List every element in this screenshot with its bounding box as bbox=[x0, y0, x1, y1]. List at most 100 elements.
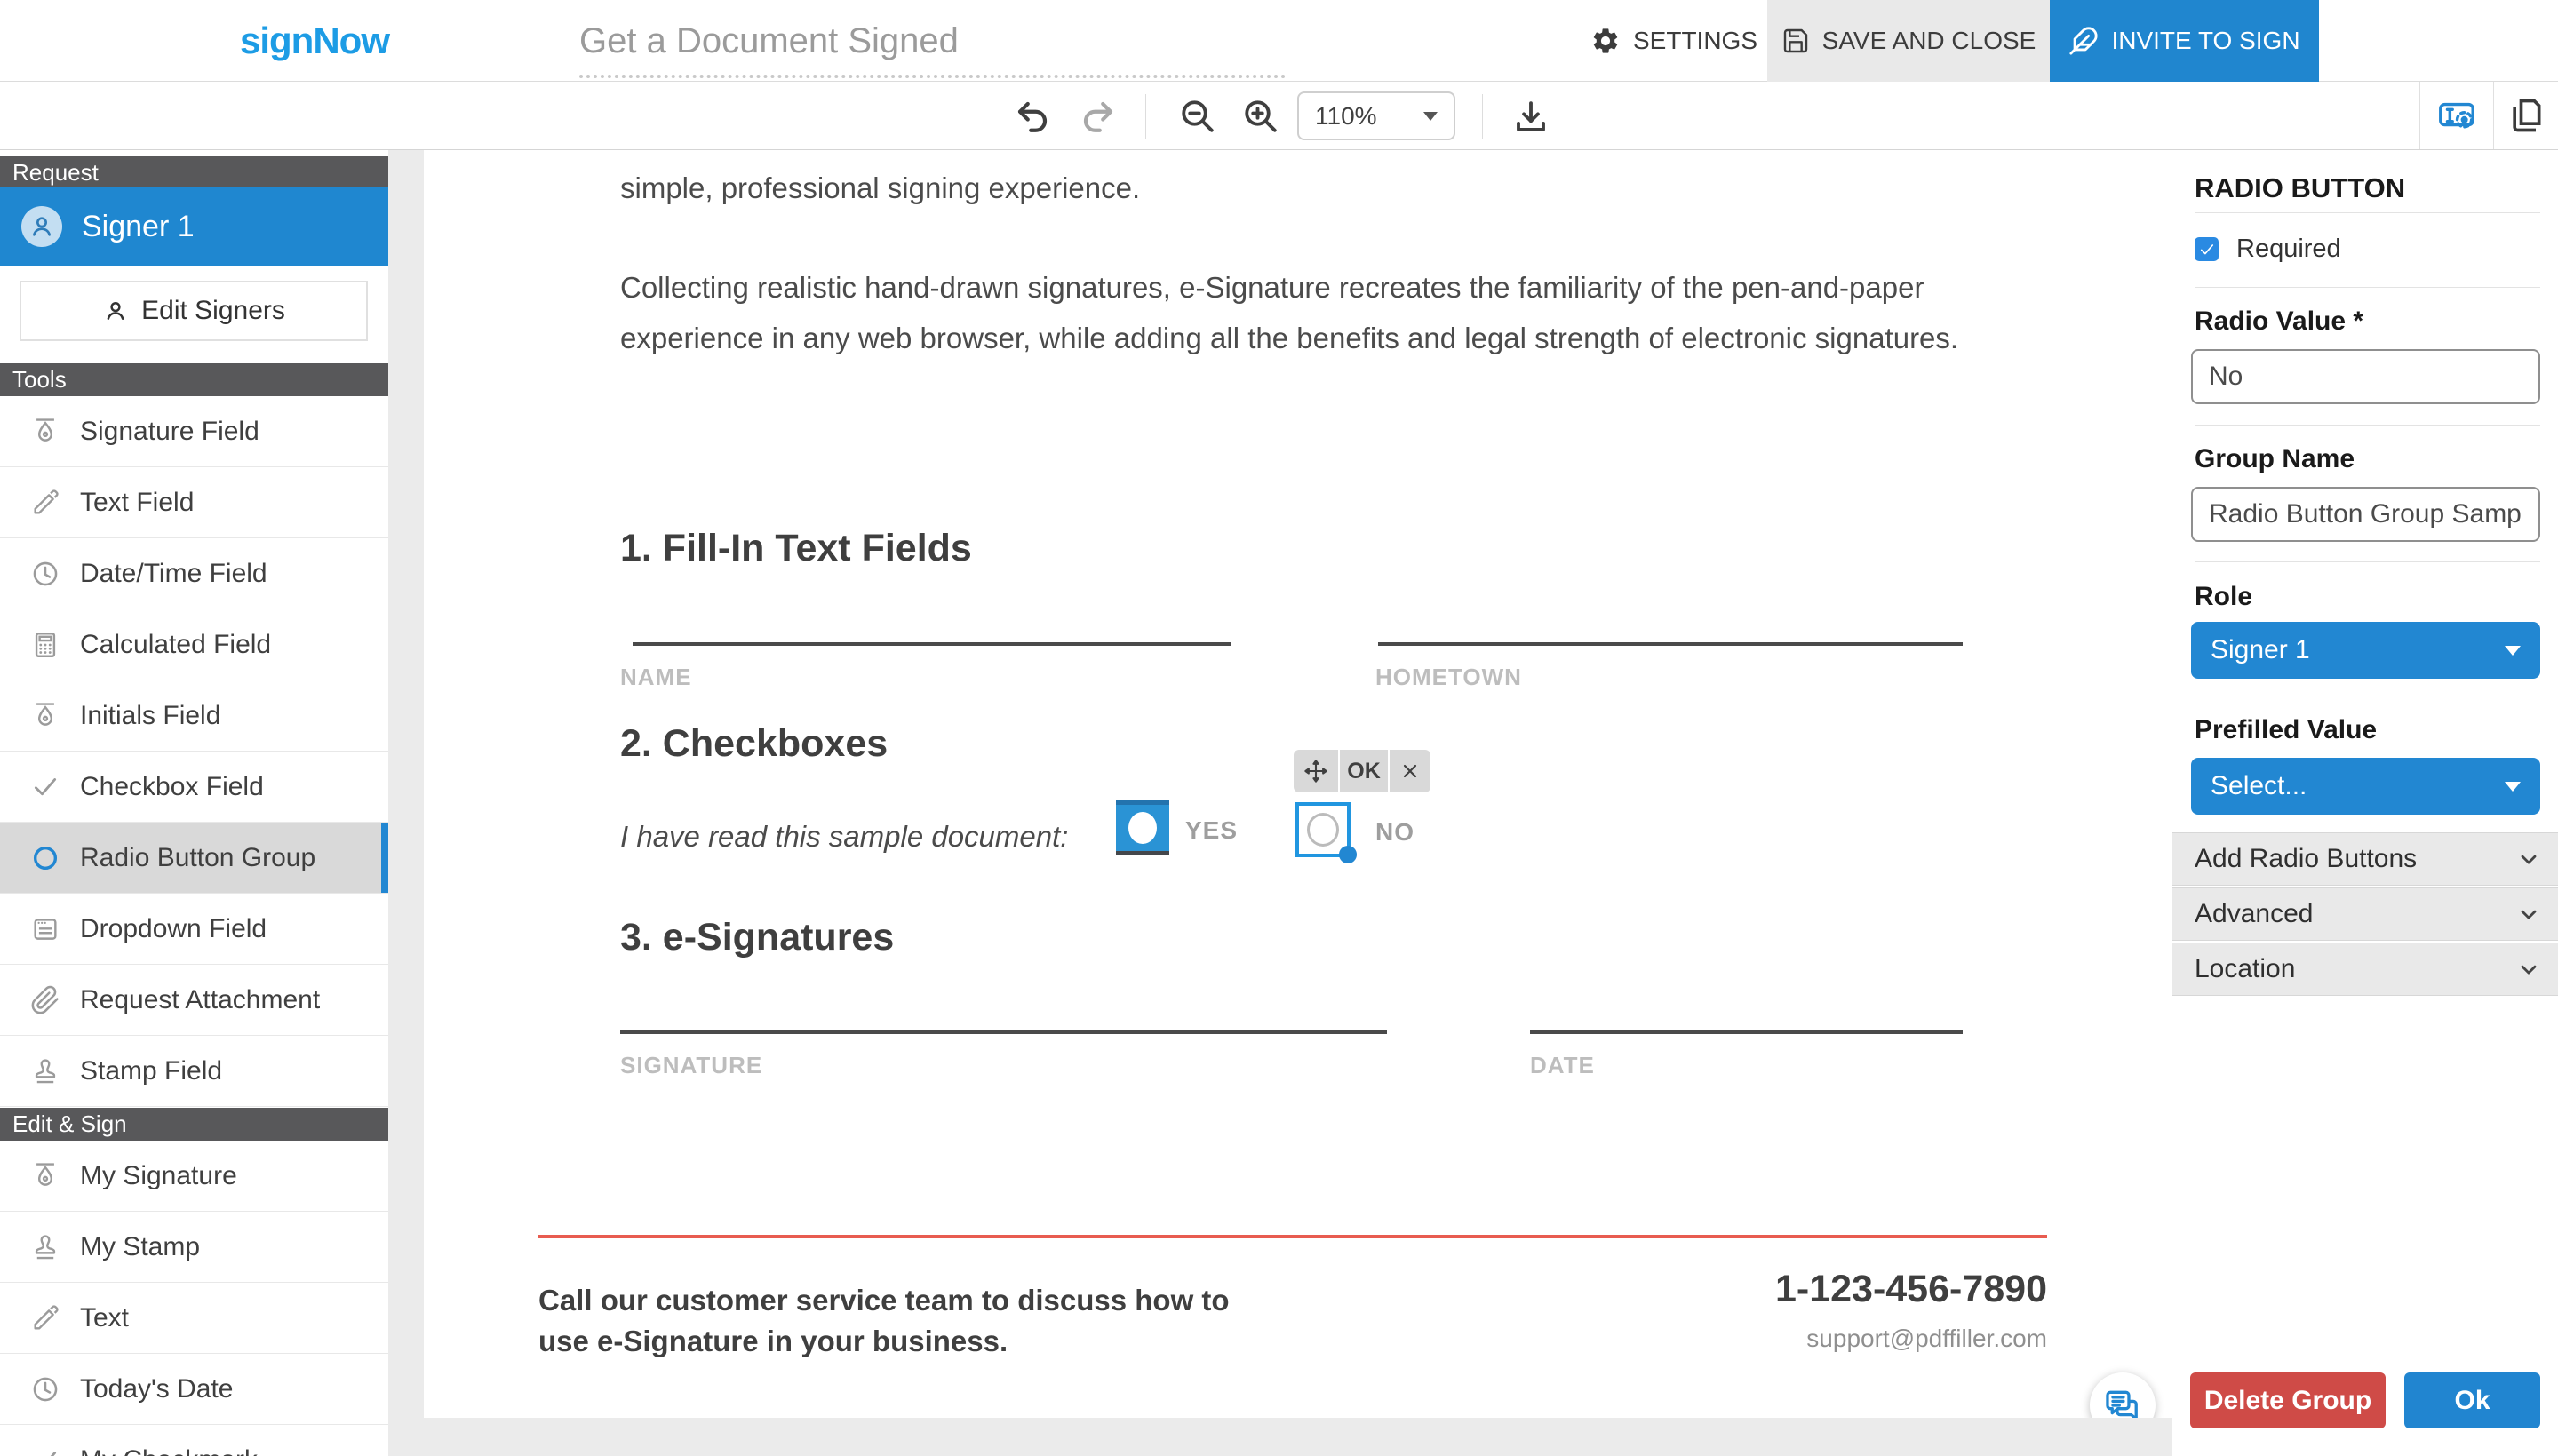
field-settings-icon bbox=[2436, 95, 2477, 136]
caret-down-icon bbox=[2505, 645, 2521, 656]
sidebar-item-request-attachment[interactable]: Request Attachment bbox=[0, 965, 388, 1036]
required-checkbox-row[interactable]: Required bbox=[2195, 235, 2341, 264]
tool-label: Radio Button Group bbox=[80, 842, 316, 872]
tool-label: My Checkmark bbox=[80, 1445, 258, 1456]
document-paragraph: Collecting realistic hand-drawn signatur… bbox=[620, 271, 1959, 354]
clock-icon bbox=[30, 559, 60, 589]
tools-sidebar: Request Signer 1 Edit Signers Tools Sign… bbox=[0, 150, 388, 1456]
sidebar-item-signer-1[interactable]: Signer 1 bbox=[0, 187, 388, 266]
signnow-logo: signNow bbox=[240, 20, 390, 61]
sidebar-item-text[interactable]: Text bbox=[0, 1283, 388, 1354]
edit-signers-button[interactable]: Edit Signers bbox=[20, 281, 368, 341]
date-field-label: DATE bbox=[1530, 1052, 1595, 1078]
tool-label: My Stamp bbox=[80, 1231, 201, 1261]
role-dropdown[interactable]: Signer 1 bbox=[2191, 622, 2540, 679]
sidebar-item-radio-button-group[interactable]: Radio Button Group bbox=[0, 823, 388, 894]
group-name-input[interactable] bbox=[2191, 487, 2540, 542]
download-icon[interactable] bbox=[1512, 98, 1550, 135]
radio-value-label: Radio Value * bbox=[2195, 306, 2364, 336]
prefilled-value-dropdown[interactable]: Select... bbox=[2191, 758, 2540, 815]
hometown-field-label: HOMETOWN bbox=[1375, 664, 1522, 690]
copy-pages-button[interactable] bbox=[2493, 82, 2558, 149]
feather-icon bbox=[2068, 26, 2099, 56]
field-settings-button[interactable] bbox=[2419, 82, 2493, 149]
accordion-add-radio-buttons[interactable]: Add Radio Buttons bbox=[2172, 832, 2558, 886]
name-field-label: NAME bbox=[620, 664, 692, 690]
close-icon bbox=[1399, 760, 1421, 782]
date-field-line[interactable] bbox=[1530, 1030, 1963, 1034]
sidebar-item-todays-date[interactable]: Today's Date bbox=[0, 1354, 388, 1425]
save-and-close-button[interactable]: SAVE AND CLOSE bbox=[1767, 0, 2050, 82]
sidebar-item-text-field[interactable]: Text Field bbox=[0, 467, 388, 538]
top-header: signNow Get a Document Signed SETTINGS S… bbox=[0, 0, 2558, 82]
radio-option-no-selected-field[interactable] bbox=[1295, 802, 1357, 863]
role-value: Signer 1 bbox=[2211, 635, 2310, 664]
sidebar-item-checkbox-field[interactable]: Checkbox Field bbox=[0, 752, 388, 823]
zoom-in-icon[interactable] bbox=[1242, 98, 1279, 135]
tool-label: Calculated Field bbox=[80, 629, 272, 659]
edit-sign-list: My Signature My Stamp Text Today's Date … bbox=[0, 1141, 388, 1456]
sidebar-item-stamp-field[interactable]: Stamp Field bbox=[0, 1036, 388, 1107]
accordion-label: Add Radio Buttons bbox=[2195, 844, 2418, 873]
tool-label: My Signature bbox=[80, 1160, 237, 1190]
zoom-out-icon[interactable] bbox=[1179, 98, 1216, 135]
sidebar-item-calculated-field[interactable]: Calculated Field bbox=[0, 609, 388, 680]
sidebar-item-dropdown-field[interactable]: Dropdown Field bbox=[0, 894, 388, 965]
panel-title: RADIO BUTTON bbox=[2195, 172, 2406, 203]
sidebar-item-my-checkmark[interactable]: My Checkmark bbox=[0, 1425, 388, 1456]
footer-text-line1: Call our customer service team to discus… bbox=[538, 1284, 1230, 1317]
sidebar-item-my-stamp[interactable]: My Stamp bbox=[0, 1212, 388, 1283]
pencil-icon bbox=[30, 488, 60, 518]
resize-handle[interactable] bbox=[1339, 846, 1357, 863]
zoom-level-select[interactable]: 110% bbox=[1297, 91, 1455, 140]
tool-label: Today's Date bbox=[80, 1373, 234, 1404]
document-title-input[interactable]: Get a Document Signed bbox=[579, 0, 959, 82]
footer-text-line2: use e-Signature in your business. bbox=[538, 1325, 1008, 1357]
radio-value-input[interactable] bbox=[2191, 349, 2540, 404]
edit-signers-label: Edit Signers bbox=[141, 296, 285, 325]
sidebar-item-date-time-field[interactable]: Date/Time Field bbox=[0, 538, 388, 609]
required-label: Required bbox=[2236, 235, 2341, 263]
accordion-location[interactable]: Location bbox=[2172, 943, 2558, 996]
sidebar-item-my-signature[interactable]: My Signature bbox=[0, 1141, 388, 1212]
sidebar-item-signature-field[interactable]: Signature Field bbox=[0, 396, 388, 467]
radio-option-yes[interactable] bbox=[1116, 800, 1169, 855]
field-close-button[interactable] bbox=[1390, 750, 1430, 792]
save-and-close-label: SAVE AND CLOSE bbox=[1821, 27, 2036, 54]
checkmark-icon bbox=[30, 772, 60, 802]
signature-field-line[interactable] bbox=[620, 1030, 1387, 1034]
chat-support-button[interactable] bbox=[2090, 1372, 2156, 1418]
chevron-down-icon bbox=[2516, 902, 2541, 927]
settings-button[interactable]: SETTINGS bbox=[1590, 0, 1757, 82]
document-title-underline bbox=[579, 75, 1286, 78]
role-label: Role bbox=[2195, 582, 2253, 611]
invite-to-sign-button[interactable]: INVITE TO SIGN bbox=[2050, 0, 2319, 82]
signer-label: Signer 1 bbox=[82, 209, 195, 243]
yes-label: YES bbox=[1185, 816, 1239, 844]
toolbar-divider bbox=[1145, 94, 1146, 139]
delete-group-button[interactable]: Delete Group bbox=[2190, 1372, 2386, 1428]
prefilled-value-label: Prefilled Value bbox=[2195, 715, 2378, 744]
document-intro-line: simple, professional signing experience. bbox=[620, 171, 1141, 204]
pen-nib-icon bbox=[30, 1161, 60, 1191]
ok-button[interactable]: Ok bbox=[2404, 1372, 2540, 1428]
chevron-down-icon bbox=[2516, 957, 2541, 982]
no-label: NO bbox=[1375, 818, 1414, 846]
accordion-advanced[interactable]: Advanced bbox=[2172, 887, 2558, 941]
document-toolbar: 110% bbox=[0, 82, 2558, 150]
section-2-heading: 2. Checkboxes bbox=[620, 722, 889, 765]
person-icon bbox=[102, 298, 129, 324]
gear-icon bbox=[1590, 26, 1621, 56]
undo-icon[interactable] bbox=[1014, 98, 1051, 135]
move-handle-icon[interactable] bbox=[1294, 750, 1338, 792]
name-field-line[interactable] bbox=[633, 642, 1231, 646]
signature-field-label: SIGNATURE bbox=[620, 1052, 763, 1078]
hometown-field-line[interactable] bbox=[1378, 642, 1963, 646]
redo-icon[interactable] bbox=[1080, 98, 1117, 135]
clock-icon bbox=[30, 1374, 60, 1404]
required-checkbox[interactable] bbox=[2195, 237, 2219, 261]
document-page: simple, professional signing experience.… bbox=[424, 150, 2172, 1418]
field-ok-button[interactable]: OK bbox=[1340, 750, 1388, 792]
footer-text: Call our customer service team to discus… bbox=[538, 1280, 1230, 1362]
sidebar-item-initials-field[interactable]: Initials Field bbox=[0, 680, 388, 752]
